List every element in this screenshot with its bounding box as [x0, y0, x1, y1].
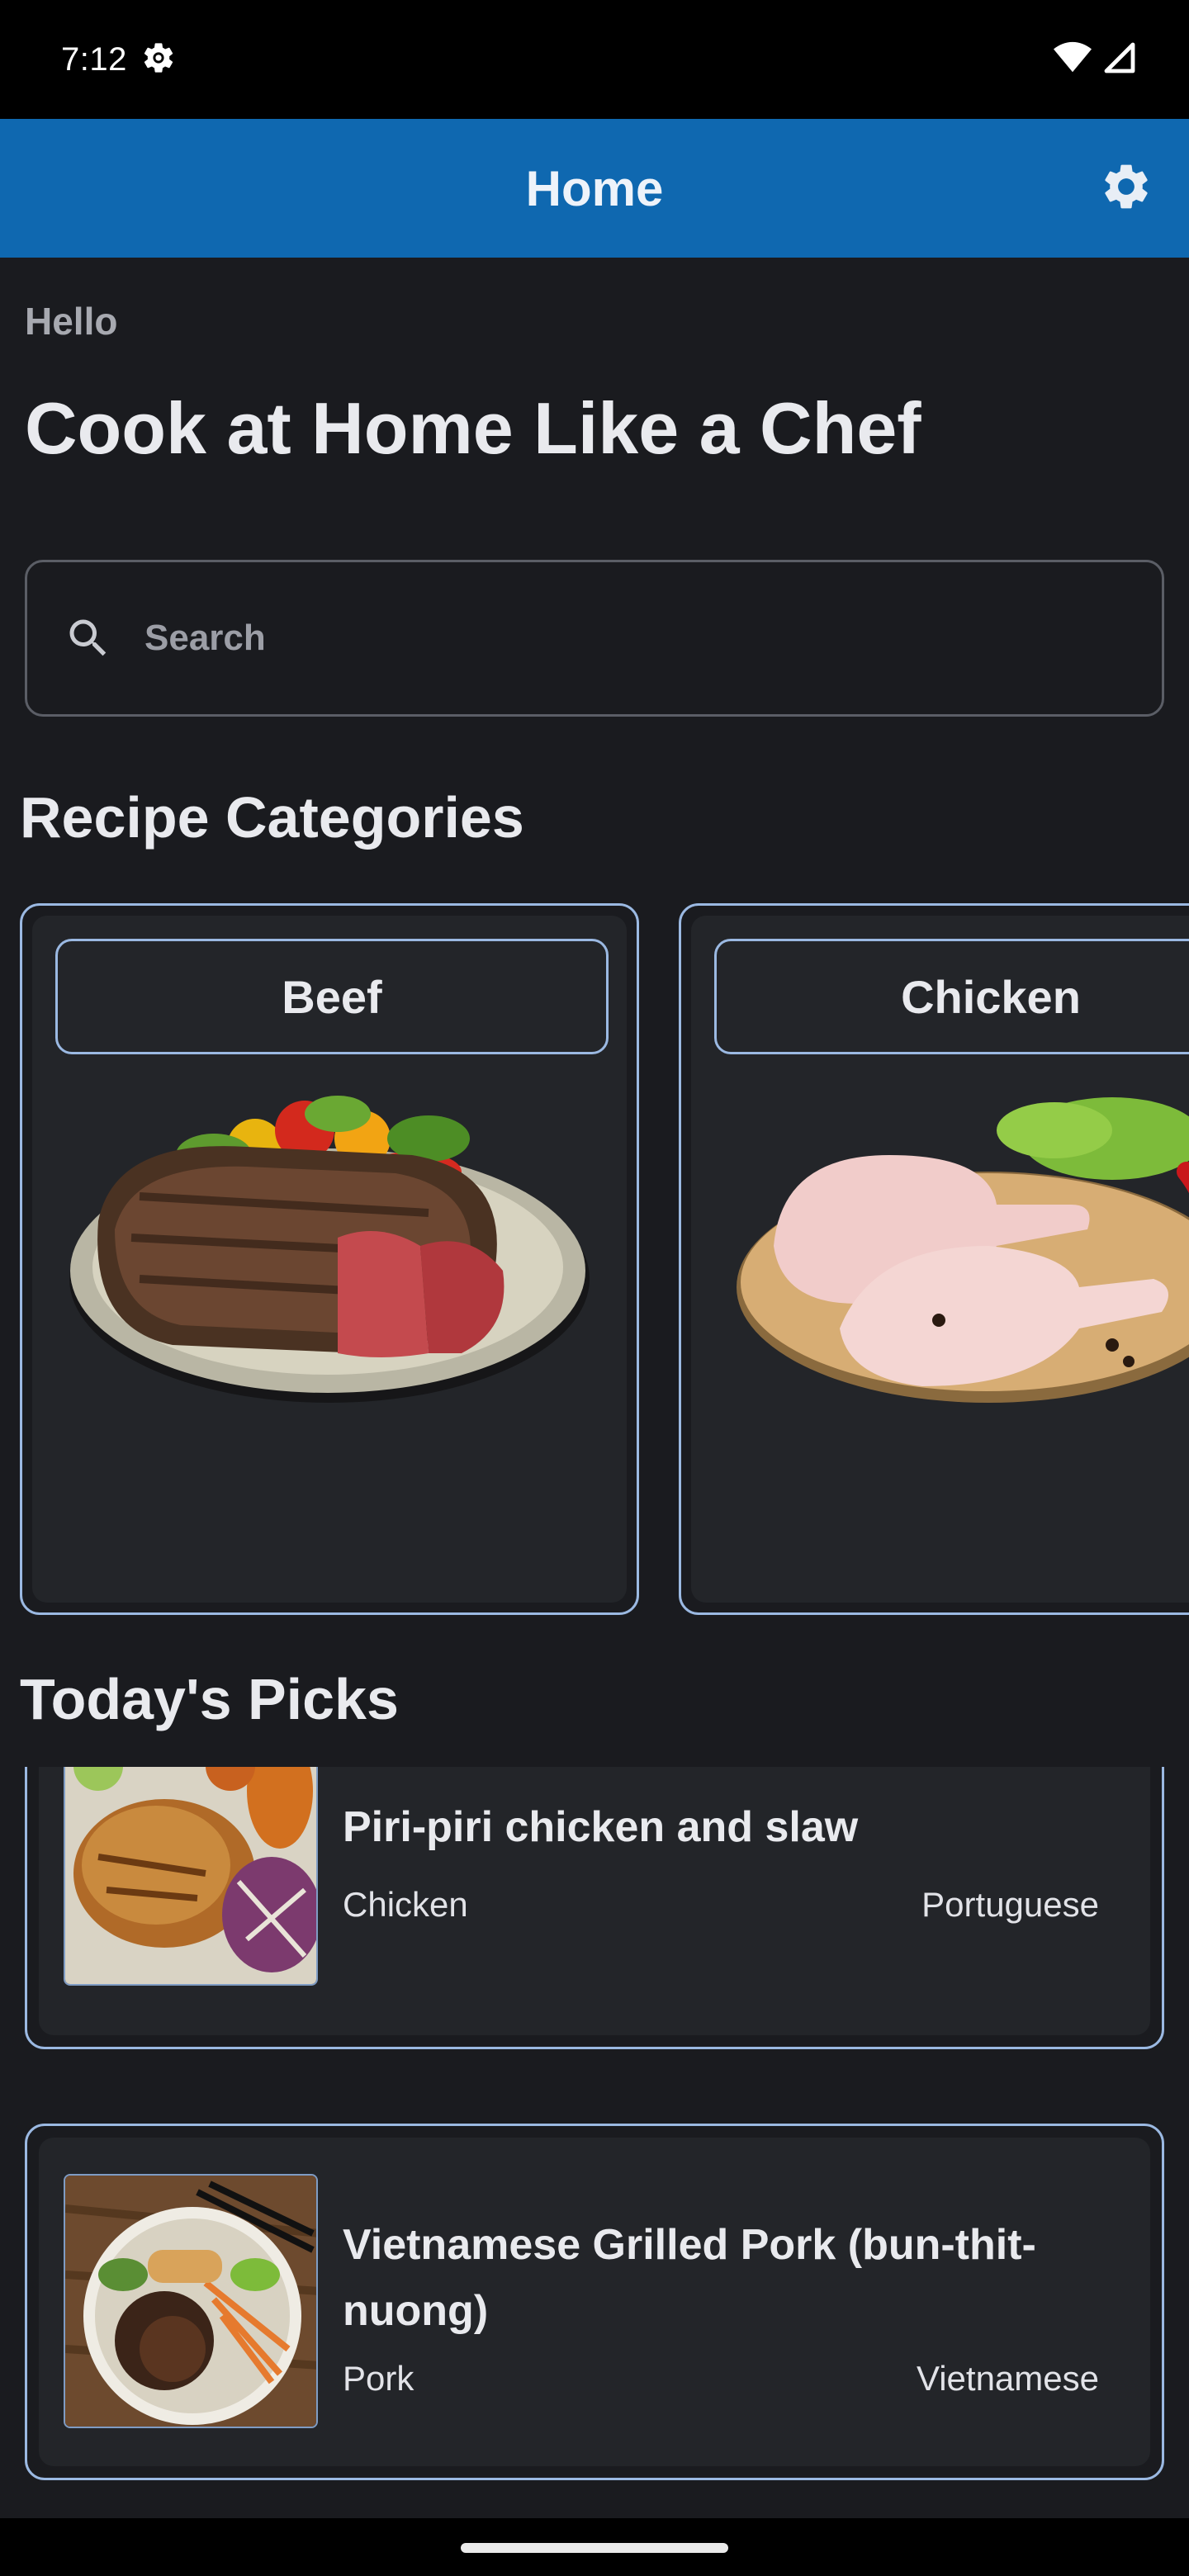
gear-icon	[1099, 159, 1153, 218]
status-bar: 7:12	[0, 0, 1189, 119]
pick-thumbnail	[64, 1767, 318, 1986]
greeting-text: Hello	[25, 300, 118, 343]
pick-category: Chicken	[343, 1885, 468, 1924]
pick-area: Portuguese	[921, 1885, 1099, 1924]
category-card-chicken[interactable]: Chicken	[679, 903, 1189, 1615]
categories-carousel[interactable]: Beef Chicken	[0, 903, 1189, 1617]
category-label: Chicken	[714, 939, 1189, 1054]
picks-list[interactable]: Piri-piri chicken and slaw Chicken Portu…	[0, 1767, 1189, 2518]
section-title-picks: Today's Picks	[20, 1667, 399, 1731]
pick-card-vietnamese-grilled-pork[interactable]: Vietnamese Grilled Pork (bun-thit-nuong)…	[25, 2124, 1164, 2480]
search-icon	[64, 613, 113, 663]
pick-name: Vietnamese Grilled Pork (bun-thit-nuong)	[343, 2221, 1036, 2335]
chicken-image	[724, 1081, 1189, 1428]
page-title: Home	[525, 160, 664, 216]
pick-category: Pork	[343, 2359, 414, 2398]
category-label: Beef	[55, 939, 609, 1054]
pick-card-piri-piri-chicken[interactable]: Piri-piri chicken and slaw Chicken Portu…	[25, 1767, 1164, 2049]
settings-button[interactable]	[1093, 155, 1159, 221]
settings-status-icon	[140, 40, 177, 80]
wifi-icon	[1054, 41, 1092, 78]
pick-area: Vietnamese	[916, 2359, 1099, 2398]
pick-name: Piri-piri chicken and slaw	[343, 1803, 859, 1851]
home-indicator[interactable]	[461, 2543, 728, 2553]
search-input[interactable]	[144, 618, 1053, 659]
app-bar: Home	[0, 119, 1189, 258]
status-time: 7:12	[61, 40, 127, 78]
cellular-signal-icon	[1103, 41, 1136, 78]
beef-image	[65, 1081, 594, 1428]
category-card-beef[interactable]: Beef	[20, 903, 639, 1615]
headline: Cook at Home Like a Chef	[25, 387, 921, 469]
pick-thumbnail	[64, 2174, 318, 2428]
search-box[interactable]	[25, 560, 1164, 717]
section-title-categories: Recipe Categories	[20, 785, 524, 850]
